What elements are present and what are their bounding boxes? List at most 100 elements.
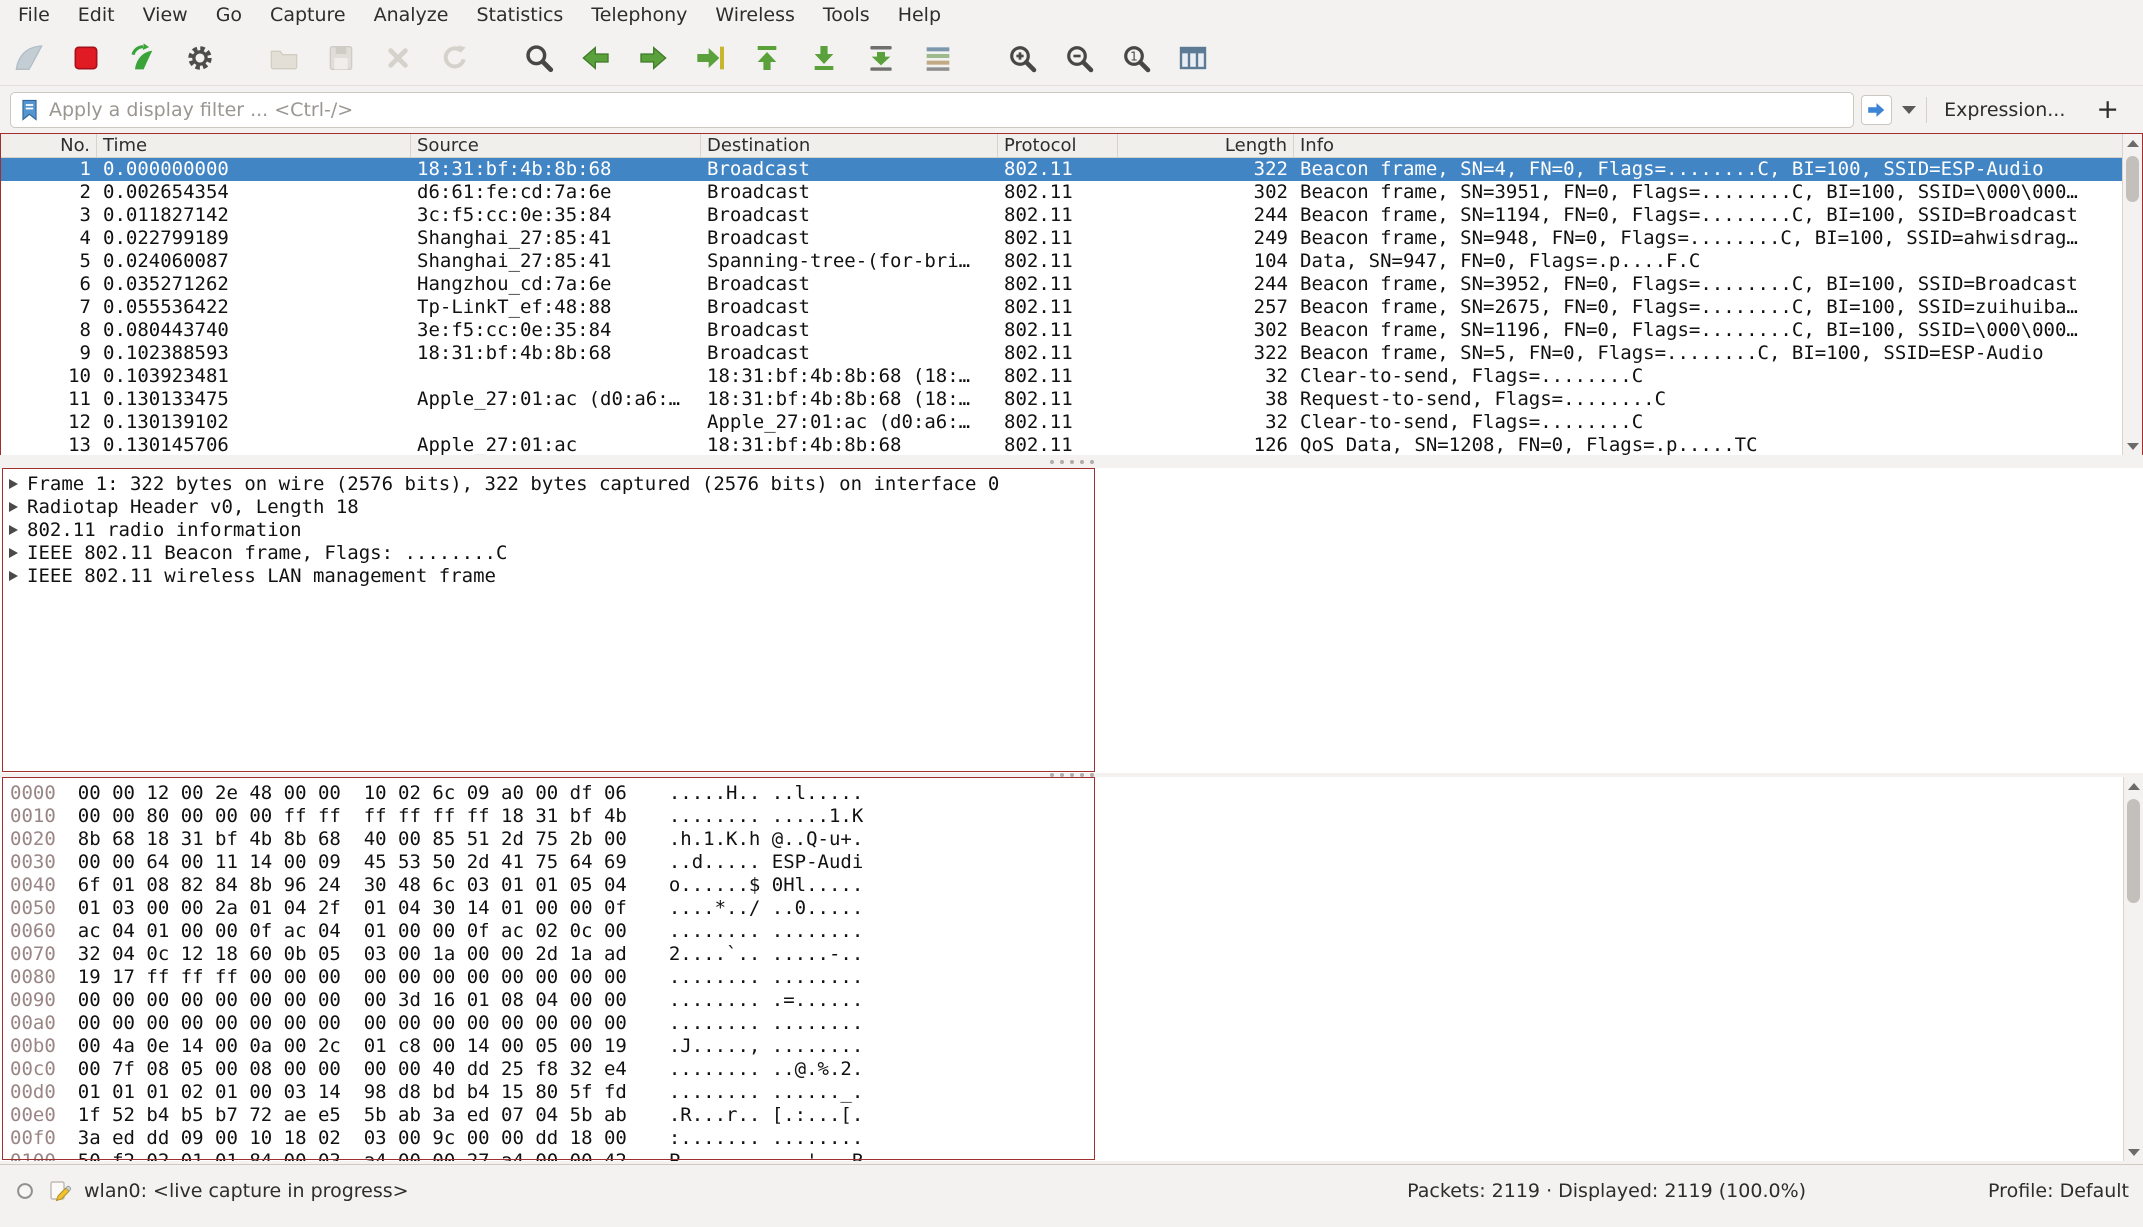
column-header-protocol[interactable]: Protocol xyxy=(998,134,1118,157)
expander-triangle-icon[interactable] xyxy=(9,571,18,581)
hex-row-00d0[interactable]: 00d001 01 01 02 01 00 03 14 98 d8 bd b4 … xyxy=(0,1081,2143,1104)
scroll-up-button[interactable] xyxy=(2123,134,2142,152)
packet-row-10[interactable]: 100.10392348118:31:bf:4b:8b:68 (18:…802.… xyxy=(1,365,2142,388)
zoom-out-icon[interactable] xyxy=(1056,36,1102,80)
list-detail-splitter[interactable] xyxy=(0,455,2143,468)
display-filter-input[interactable] xyxy=(49,99,1845,121)
add-filter-button[interactable]: + xyxy=(2082,94,2133,125)
find-packet-icon[interactable] xyxy=(516,36,562,80)
packet-row-3[interactable]: 30.0118271423c:f5:cc:0e:35:84Broadcast80… xyxy=(1,204,2142,227)
scrollbar-thumb[interactable] xyxy=(2127,799,2140,903)
capture-comment-pencil-icon[interactable] xyxy=(48,1179,72,1203)
column-header-no[interactable]: No. xyxy=(1,134,97,157)
detail-tree-line[interactable]: IEEE 802.11 Beacon frame, Flags: .......… xyxy=(0,541,2143,564)
hex-row-0080[interactable]: 008019 17 ff ff ff 00 00 00 00 00 00 00 … xyxy=(0,966,2143,989)
menu-capture[interactable]: Capture xyxy=(256,0,360,30)
display-filter-field[interactable] xyxy=(10,92,1854,128)
expander-triangle-icon[interactable] xyxy=(9,502,18,512)
expression-button[interactable]: Expression... xyxy=(1934,99,2075,121)
last-packet-icon[interactable] xyxy=(801,36,847,80)
zoom-in-icon[interactable] xyxy=(999,36,1045,80)
packet-row-8[interactable]: 80.0804437403e:f5:cc:0e:35:84Broadcast80… xyxy=(1,319,2142,342)
expander-triangle-icon[interactable] xyxy=(9,548,18,558)
zoom-reset-icon[interactable]: 1 xyxy=(1113,36,1159,80)
open-file-icon[interactable] xyxy=(261,36,307,80)
hex-row-0090[interactable]: 009000 00 00 00 00 00 00 00 00 3d 16 01 … xyxy=(0,989,2143,1012)
packet-row-13[interactable]: 130.130145706Apple_27:01:ac18:31:bf:4b:8… xyxy=(1,434,2142,455)
packet-row-9[interactable]: 90.10238859318:31:bf:4b:8b:68Broadcast80… xyxy=(1,342,2142,365)
packet-row-7[interactable]: 70.055536422Tp-LinkT_ef:48:88Broadcast80… xyxy=(1,296,2142,319)
menu-go[interactable]: Go xyxy=(202,0,256,30)
menu-help[interactable]: Help xyxy=(884,0,955,30)
packet-row-4[interactable]: 40.022799189Shanghai_27:85:41Broadcast80… xyxy=(1,227,2142,250)
save-file-icon[interactable] xyxy=(318,36,364,80)
scroll-up-button[interactable] xyxy=(2124,777,2143,795)
menu-wireless[interactable]: Wireless xyxy=(701,0,809,30)
packet-row-12[interactable]: 120.130139102Apple_27:01:ac (d0:a6:…802.… xyxy=(1,411,2142,434)
hex-row-0070[interactable]: 007032 04 0c 12 18 60 0b 05 03 00 1a 00 … xyxy=(0,943,2143,966)
hex-row-0010[interactable]: 001000 00 80 00 00 00 ff ff ff ff ff ff … xyxy=(0,805,2143,828)
hex-bytes: 6f 01 08 82 84 8b 96 24 30 48 6c 03 01 0… xyxy=(78,874,627,896)
menu-tools[interactable]: Tools xyxy=(809,0,884,30)
menu-analyze[interactable]: Analyze xyxy=(360,0,463,30)
packet-row-5[interactable]: 50.024060087Shanghai_27:85:41Spanning-tr… xyxy=(1,250,2142,273)
column-header-destination[interactable]: Destination xyxy=(701,134,998,157)
stop-capture-icon[interactable] xyxy=(63,36,109,80)
bookmark-icon[interactable] xyxy=(19,98,41,122)
detail-tree-line[interactable]: Radiotap Header v0, Length 18 xyxy=(0,495,2143,518)
packet-list-scrollbar[interactable] xyxy=(2122,134,2142,455)
column-header-length[interactable]: Length xyxy=(1118,134,1294,157)
hex-row-0060[interactable]: 0060ac 04 01 00 00 0f ac 04 01 00 00 0f … xyxy=(0,920,2143,943)
packet-row-2[interactable]: 20.002654354d6:61:fe:cd:7a:6eBroadcast80… xyxy=(1,181,2142,204)
hex-row-0040[interactable]: 00406f 01 08 82 84 8b 96 24 30 48 6c 03 … xyxy=(0,874,2143,897)
profile-selector[interactable]: Profile: Default xyxy=(1988,1180,2129,1202)
hex-row-00b0[interactable]: 00b000 4a 0e 14 00 0a 00 2c 01 c8 00 14 … xyxy=(0,1035,2143,1058)
apply-filter-button[interactable] xyxy=(1861,95,1892,125)
hex-row-0000[interactable]: 000000 00 12 00 2e 48 00 00 10 02 6c 09 … xyxy=(0,782,2143,805)
menu-telephony[interactable]: Telephony xyxy=(577,0,701,30)
hex-ascii: .....H.. ..l..... xyxy=(669,782,863,804)
filter-history-dropdown[interactable] xyxy=(1899,95,1919,125)
start-capture-icon[interactable] xyxy=(6,36,52,80)
expander-triangle-icon[interactable] xyxy=(9,525,18,535)
expander-triangle-icon[interactable] xyxy=(9,479,18,489)
scroll-down-button[interactable] xyxy=(2124,1143,2143,1161)
scroll-down-button[interactable] xyxy=(2123,437,2142,455)
hex-row-00f0[interactable]: 00f03a ed dd 09 00 10 18 02 03 00 9c 00 … xyxy=(0,1127,2143,1150)
packet-row-1[interactable]: 10.00000000018:31:bf:4b:8b:68Broadcast80… xyxy=(1,158,2142,181)
capture-file-status-icon[interactable] xyxy=(14,1180,36,1202)
detail-tree-line[interactable]: 802.11 radio information xyxy=(0,518,2143,541)
goto-packet-icon[interactable] xyxy=(687,36,733,80)
hex-row-00e0[interactable]: 00e01f 52 b4 b5 b7 72 ae e5 5b ab 3a ed … xyxy=(0,1104,2143,1127)
column-header-info[interactable]: Info xyxy=(1294,134,2142,157)
detail-tree-line[interactable]: IEEE 802.11 wireless LAN management fram… xyxy=(0,564,2143,587)
packet-row-11[interactable]: 110.130133475Apple_27:01:ac (d0:a6:…18:3… xyxy=(1,388,2142,411)
next-packet-icon[interactable] xyxy=(630,36,676,80)
hex-ascii: o......$ 0Hl..... xyxy=(669,874,863,896)
detail-tree-line[interactable]: Frame 1: 322 bytes on wire (2576 bits), … xyxy=(0,472,2143,495)
reload-file-icon[interactable] xyxy=(432,36,478,80)
bytes-scrollbar[interactable] xyxy=(2123,777,2143,1161)
scrollbar-thumb[interactable] xyxy=(2126,156,2139,202)
first-packet-icon[interactable] xyxy=(744,36,790,80)
auto-scroll-icon[interactable] xyxy=(858,36,904,80)
hex-row-0050[interactable]: 005001 03 00 00 2a 01 04 2f 01 04 30 14 … xyxy=(0,897,2143,920)
menu-statistics[interactable]: Statistics xyxy=(462,0,577,30)
resize-columns-icon[interactable] xyxy=(1170,36,1216,80)
packet-row-6[interactable]: 60.035271262Hangzhou_cd:7a:6eBroadcast80… xyxy=(1,273,2142,296)
hex-row-0030[interactable]: 003000 00 64 00 11 14 00 09 45 53 50 2d … xyxy=(0,851,2143,874)
hex-row-0100[interactable]: 010050 f2 02 01 01 84 00 03 a4 00 00 27 … xyxy=(0,1150,2143,1161)
colorize-icon[interactable] xyxy=(915,36,961,80)
menu-view[interactable]: View xyxy=(129,0,202,30)
column-header-time[interactable]: Time xyxy=(97,134,411,157)
menu-edit[interactable]: Edit xyxy=(64,0,129,30)
column-header-source[interactable]: Source xyxy=(411,134,701,157)
previous-packet-icon[interactable] xyxy=(573,36,619,80)
capture-options-icon[interactable] xyxy=(177,36,223,80)
close-file-icon[interactable] xyxy=(375,36,421,80)
menu-file[interactable]: File xyxy=(4,0,64,30)
hex-row-00a0[interactable]: 00a000 00 00 00 00 00 00 00 00 00 00 00 … xyxy=(0,1012,2143,1035)
restart-capture-icon[interactable] xyxy=(120,36,166,80)
hex-row-0020[interactable]: 00208b 68 18 31 bf 4b 8b 68 40 00 85 51 … xyxy=(0,828,2143,851)
hex-row-00c0[interactable]: 00c000 7f 08 05 00 08 00 00 00 00 40 dd … xyxy=(0,1058,2143,1081)
